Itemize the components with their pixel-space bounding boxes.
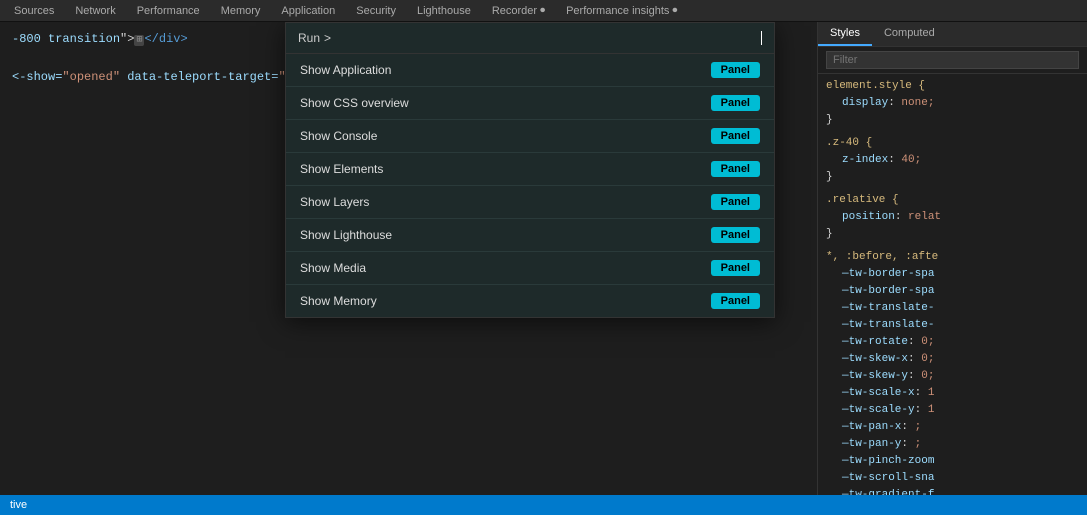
command-item-label: Show Memory	[300, 294, 377, 308]
tab-recorder[interactable]: Recorder ⏺	[482, 0, 556, 21]
css-block-z40: .z-40 { z-index: 40; }	[826, 135, 1079, 186]
panel-button-layers[interactable]: Panel	[711, 194, 760, 210]
cursor-blink	[761, 31, 762, 45]
panel-button-lighthouse[interactable]: Panel	[711, 227, 760, 243]
status-item: tive	[10, 499, 27, 511]
tab-performance[interactable]: Performance	[127, 0, 211, 21]
styles-tab-computed[interactable]: Computed	[872, 22, 947, 46]
styles-tab-bar: Styles Computed	[818, 22, 1087, 47]
command-item-show-memory[interactable]: Show Memory Panel	[286, 285, 774, 317]
css-block-element-style: element.style { display: none; }	[826, 78, 1079, 129]
tab-performance-insights[interactable]: Performance insights ⏺	[556, 0, 688, 21]
panel-button-media[interactable]: Panel	[711, 260, 760, 276]
command-palette: Run > Show Application Panel Show CSS ov…	[285, 22, 775, 318]
panel-button-elements[interactable]: Panel	[711, 161, 760, 177]
styles-content: element.style { display: none; } .z-40 {…	[818, 74, 1087, 495]
command-item-label: Show Lighthouse	[300, 228, 392, 242]
tab-lighthouse[interactable]: Lighthouse	[407, 0, 482, 21]
styles-tab-styles[interactable]: Styles	[818, 22, 872, 46]
performance-insights-icon: ⏺	[672, 5, 677, 16]
styles-panel: Styles Computed element.style { display:…	[817, 22, 1087, 495]
recorder-icon: ⏺	[540, 5, 545, 16]
styles-filter-input[interactable]	[826, 51, 1079, 69]
styles-filter	[818, 47, 1087, 74]
command-item-label: Show Media	[300, 261, 366, 275]
command-item-label: Show CSS overview	[300, 96, 409, 110]
panel-button-css-overview[interactable]: Panel	[711, 95, 760, 111]
command-item-show-media[interactable]: Show Media Panel	[286, 252, 774, 285]
tab-memory[interactable]: Memory	[211, 0, 272, 21]
status-bar: tive	[0, 495, 1087, 515]
command-arrow: >	[324, 31, 331, 45]
command-item-label: Show Application	[300, 63, 391, 77]
panel-button-memory[interactable]: Panel	[711, 293, 760, 309]
main-area: -800 transition">⊞</div> <-show="opened"…	[0, 22, 1087, 495]
command-item-label: Show Layers	[300, 195, 369, 209]
command-input-row: Run >	[286, 23, 774, 54]
command-item-show-layers[interactable]: Show Layers Panel	[286, 186, 774, 219]
command-item-label: Show Console	[300, 129, 377, 143]
command-input[interactable]	[335, 31, 757, 45]
css-block-universal: *, :before, :afte —tw-border-spa —tw-bor…	[826, 249, 1079, 495]
command-item-show-application[interactable]: Show Application Panel	[286, 54, 774, 87]
tab-security[interactable]: Security	[346, 0, 407, 21]
tab-network[interactable]: Network	[65, 0, 126, 21]
panel-button-console[interactable]: Panel	[711, 128, 760, 144]
command-item-label: Show Elements	[300, 162, 383, 176]
tab-application[interactable]: Application	[271, 0, 346, 21]
command-item-show-lighthouse[interactable]: Show Lighthouse Panel	[286, 219, 774, 252]
tab-bar: Sources Network Performance Memory Appli…	[0, 0, 1087, 22]
command-item-show-console[interactable]: Show Console Panel	[286, 120, 774, 153]
command-item-show-css-overview[interactable]: Show CSS overview Panel	[286, 87, 774, 120]
css-block-relative: .relative { position: relat }	[826, 192, 1079, 243]
tab-sources[interactable]: Sources	[4, 0, 65, 21]
command-item-show-elements[interactable]: Show Elements Panel	[286, 153, 774, 186]
run-label: Run	[298, 31, 320, 45]
panel-button-application[interactable]: Panel	[711, 62, 760, 78]
